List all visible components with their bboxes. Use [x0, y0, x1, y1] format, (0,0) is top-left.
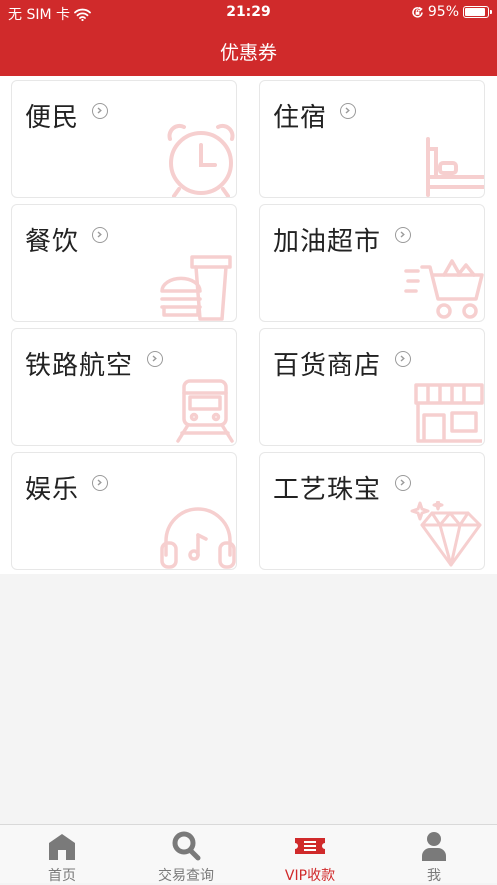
category-label: 便民	[25, 103, 80, 133]
chevron-right-icon	[92, 103, 108, 119]
tab-label: 交易查询	[158, 868, 214, 884]
alarm-clock-icon	[167, 123, 235, 197]
home-icon	[49, 834, 75, 860]
battery-icon	[463, 6, 492, 18]
status-right: 95%	[411, 4, 492, 20]
tab-transaction-query[interactable]: 交易查询	[124, 825, 248, 884]
nav-bar: 优惠券	[0, 26, 497, 76]
tab-label: VIP收款	[284, 868, 336, 884]
chevron-right-icon	[92, 227, 108, 243]
tab-label: 首页	[48, 868, 76, 884]
store-icon	[414, 383, 484, 443]
category-grid: 便民 住宿 餐饮 加油超市 铁路航空 百货商店 娱乐 工艺珠宝	[0, 76, 497, 574]
category-card-entertainment[interactable]: 娱乐	[11, 452, 237, 570]
category-card-dining[interactable]: 餐饮	[11, 204, 237, 322]
tab-bar: 首页 交易查询 VIP收款 我	[0, 824, 497, 884]
headphones-icon	[160, 507, 236, 569]
category-label: 加油超市	[273, 227, 382, 257]
ticket-icon	[295, 838, 325, 854]
search-icon	[172, 831, 201, 861]
shopping-cart-icon	[404, 259, 484, 319]
chevron-right-icon	[395, 227, 411, 243]
chevron-right-icon	[92, 475, 108, 491]
tab-home[interactable]: 首页	[0, 825, 124, 884]
category-label: 百货商店	[273, 351, 382, 381]
burger-drink-icon	[160, 255, 232, 321]
train-icon	[176, 379, 234, 443]
chevron-right-icon	[340, 103, 356, 119]
chevron-right-icon	[147, 351, 163, 367]
category-card-rail-air[interactable]: 铁路航空	[11, 328, 237, 446]
chevron-right-icon	[395, 475, 411, 491]
category-card-convenience[interactable]: 便民	[11, 80, 237, 198]
bed-icon	[426, 137, 484, 197]
tab-vip-payment[interactable]: VIP收款	[248, 825, 372, 884]
chevron-right-icon	[395, 351, 411, 367]
rotation-lock-icon	[412, 6, 423, 18]
status-bar: 无 SIM 卡 21:29 95%	[0, 0, 497, 26]
category-label: 餐饮	[25, 227, 80, 257]
page-title: 优惠券	[219, 42, 277, 64]
category-label: 铁路航空	[25, 351, 134, 381]
category-label: 住宿	[273, 103, 328, 133]
tab-me[interactable]: 我	[372, 825, 496, 884]
tab-label: 我	[427, 868, 441, 884]
battery-fill	[465, 8, 485, 16]
category-label: 娱乐	[25, 475, 80, 505]
diamond-icon	[410, 501, 482, 567]
user-icon	[422, 832, 446, 861]
category-card-fuel-supermarket[interactable]: 加油超市	[259, 204, 485, 322]
category-label: 工艺珠宝	[273, 475, 382, 505]
battery-percent: 95%	[427, 4, 459, 20]
category-card-lodging[interactable]: 住宿	[259, 80, 485, 198]
category-card-crafts-jewelry[interactable]: 工艺珠宝	[259, 452, 485, 570]
category-card-department-store[interactable]: 百货商店	[259, 328, 485, 446]
